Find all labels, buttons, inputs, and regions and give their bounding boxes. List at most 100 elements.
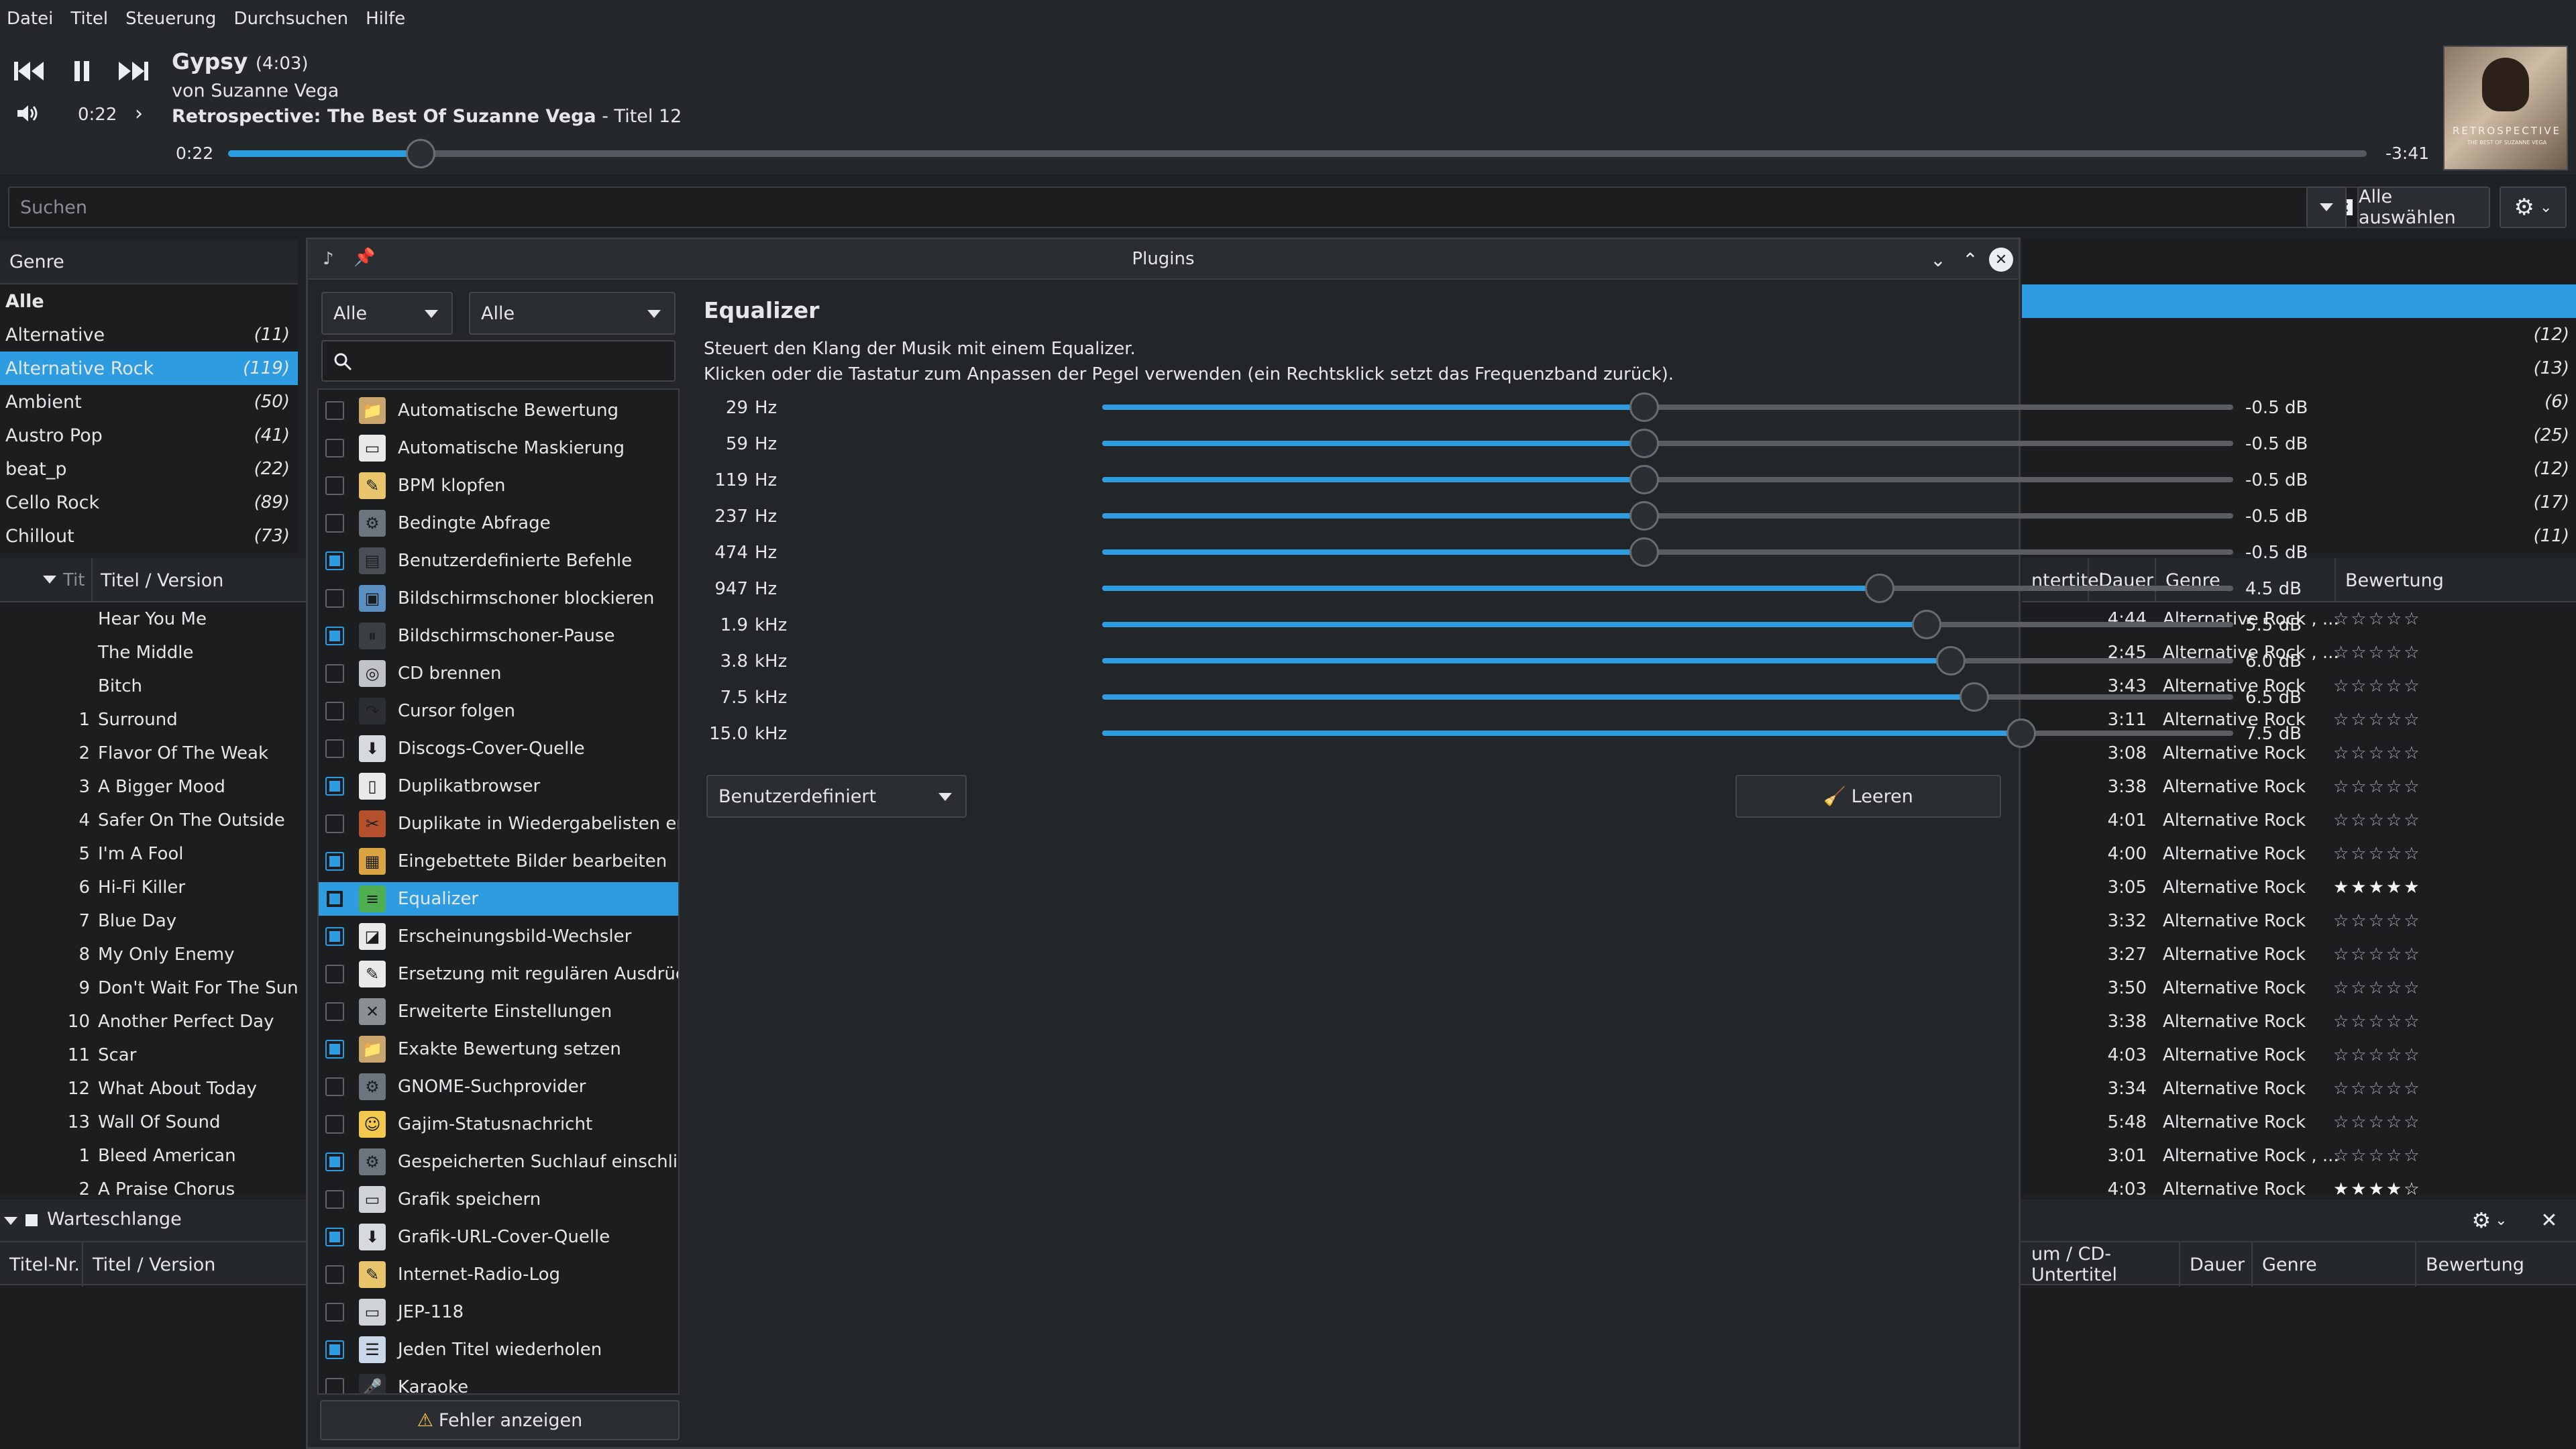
table-row[interactable]: 3:01 Alternative Rock , ... ☆☆☆☆☆ bbox=[2022, 1139, 2576, 1173]
table-row[interactable]: 9 Don't Wait For The Sun bbox=[0, 971, 309, 1005]
queue-column-rating[interactable]: Bewertung bbox=[2416, 1242, 2576, 1287]
next-button[interactable] bbox=[113, 51, 153, 91]
genre-item[interactable]: Alternative Rock (119) bbox=[0, 352, 298, 385]
genre-item[interactable]: Ambient (50) bbox=[0, 385, 298, 419]
band-slider[interactable] bbox=[1102, 574, 2233, 603]
table-row[interactable]: 11 Scar bbox=[0, 1038, 309, 1072]
select-all-button[interactable]: Alle auswählen bbox=[2357, 186, 2490, 228]
show-errors-button[interactable]: ⚠ Fehler anzeigen bbox=[320, 1400, 680, 1440]
plugin-checkbox[interactable] bbox=[325, 1190, 344, 1209]
track-rating[interactable]: ☆☆☆☆☆ bbox=[2333, 1079, 2422, 1099]
genre-item[interactable]: Alternative (11) bbox=[0, 318, 298, 352]
table-row[interactable]: 3:05 Alternative Rock ★★★★★ bbox=[2022, 871, 2576, 904]
table-row[interactable]: 8 My Only Enemy bbox=[0, 938, 309, 971]
plugin-item[interactable]: ⚙ GNOME-Suchprovider bbox=[319, 1070, 678, 1104]
band-slider[interactable] bbox=[1102, 501, 2233, 531]
table-row[interactable]: 12 What About Today bbox=[0, 1072, 309, 1106]
menu-hilfe[interactable]: Hilfe bbox=[366, 9, 405, 29]
track-rating[interactable]: ☆☆☆☆☆ bbox=[2333, 844, 2422, 864]
track-rating[interactable]: ☆☆☆☆☆ bbox=[2333, 609, 2422, 629]
queue-settings-button[interactable]: ⚙ ⌄ bbox=[2466, 1206, 2513, 1234]
plugin-checkbox[interactable] bbox=[325, 1228, 344, 1246]
preset-combo[interactable]: Benutzerdefiniert bbox=[706, 775, 967, 818]
table-row[interactable]: 3:27 Alternative Rock ☆☆☆☆☆ bbox=[2022, 938, 2576, 971]
plugin-item[interactable]: ✎ Internet-Radio-Log bbox=[319, 1258, 678, 1291]
column-rating[interactable]: Bewertung bbox=[2336, 558, 2576, 602]
track-rating[interactable]: ☆☆☆☆☆ bbox=[2333, 1146, 2422, 1166]
plugin-item[interactable]: ☺ Gajim-Statusnachricht bbox=[319, 1108, 678, 1141]
previous-button[interactable] bbox=[9, 51, 50, 91]
track-rating[interactable]: ★★★★☆ bbox=[2333, 1179, 2422, 1195]
band-handle[interactable] bbox=[1629, 501, 1659, 531]
band-handle[interactable] bbox=[1629, 429, 1659, 458]
menu-datei[interactable]: Datei bbox=[7, 9, 53, 29]
table-row[interactable]: 1 Bleed American bbox=[0, 1139, 309, 1173]
search-input[interactable]: Suchen bbox=[8, 186, 2363, 228]
table-row[interactable]: Hear You Me bbox=[0, 602, 309, 636]
plugin-item[interactable]: ▭ Grafik speichern bbox=[319, 1183, 678, 1216]
queue-column-nr[interactable]: Titel-Nr. bbox=[0, 1242, 83, 1287]
band-handle[interactable] bbox=[2006, 718, 2036, 748]
band-handle[interactable] bbox=[1629, 465, 1659, 494]
genre-header[interactable]: Genre bbox=[0, 240, 298, 284]
plugin-item[interactable]: ☰ Jeden Titel wiederholen bbox=[319, 1333, 678, 1366]
plugin-checkbox[interactable] bbox=[325, 1115, 344, 1134]
queue-column-cd[interactable]: um / CD-Untertitel bbox=[2022, 1242, 2180, 1287]
plugin-item[interactable]: ▭ JEP-118 bbox=[319, 1295, 678, 1329]
table-row[interactable]: The Middle bbox=[0, 636, 309, 669]
table-row[interactable]: 4:03 Alternative Rock ★★★★☆ bbox=[2022, 1173, 2576, 1195]
table-row[interactable]: 4 Safer On The Outside bbox=[0, 804, 309, 837]
track-rating[interactable]: ★★★★★ bbox=[2333, 877, 2422, 898]
band-slider[interactable] bbox=[1102, 392, 2233, 422]
table-row[interactable]: Bitch bbox=[0, 669, 309, 703]
table-row[interactable]: 13 Wall Of Sound bbox=[0, 1106, 309, 1139]
volume-button[interactable] bbox=[13, 99, 42, 127]
plugin-item[interactable]: ⚙ Gespeicherten Suchlauf einschließ... bbox=[319, 1145, 678, 1179]
plugin-checkbox[interactable] bbox=[325, 1152, 344, 1171]
track-rating[interactable]: ☆☆☆☆☆ bbox=[2333, 911, 2422, 931]
table-row[interactable]: 2 Flavor Of The Weak bbox=[0, 737, 309, 770]
table-row[interactable]: 5:48 Alternative Rock ☆☆☆☆☆ bbox=[2022, 1106, 2576, 1139]
band-handle[interactable] bbox=[1912, 610, 1942, 639]
track-rating[interactable]: ☆☆☆☆☆ bbox=[2333, 1045, 2422, 1065]
plugin-checkbox[interactable] bbox=[325, 1340, 344, 1359]
band-slider[interactable] bbox=[1102, 682, 2233, 712]
band-handle[interactable] bbox=[1959, 682, 1989, 712]
plugin-item[interactable]: ◪ Erscheinungsbild-Wechsler bbox=[319, 920, 678, 953]
album-cover[interactable]: RETROSPECTIVE THE BEST OF SUZANNE VEGA bbox=[2443, 46, 2568, 170]
track-rating[interactable]: ☆☆☆☆☆ bbox=[2333, 978, 2422, 998]
pause-button[interactable] bbox=[62, 51, 102, 91]
band-slider[interactable] bbox=[1102, 537, 2233, 567]
genre-item[interactable]: beat_p (22) bbox=[0, 452, 298, 486]
table-row[interactable]: 3:38 Alternative Rock ☆☆☆☆☆ bbox=[2022, 770, 2576, 804]
chevron-right-icon[interactable]: › bbox=[129, 102, 149, 125]
band-handle[interactable] bbox=[1865, 574, 1895, 603]
collapse-icon[interactable] bbox=[4, 1217, 17, 1225]
column-dauer[interactable]: Dauer bbox=[2089, 558, 2156, 602]
track-rating[interactable]: ☆☆☆☆☆ bbox=[2333, 676, 2422, 696]
column-title[interactable]: Titel / Version bbox=[101, 570, 223, 591]
track-rating[interactable]: ☆☆☆☆☆ bbox=[2333, 710, 2422, 730]
track-rating[interactable]: ☆☆☆☆☆ bbox=[2333, 945, 2422, 965]
band-slider[interactable] bbox=[1102, 610, 2233, 639]
genre-item[interactable]: Alle bbox=[0, 284, 298, 318]
table-row[interactable]: 2 A Praise Chorus bbox=[0, 1173, 309, 1195]
table-row[interactable]: 3 A Bigger Mood bbox=[0, 770, 309, 804]
plugin-item[interactable]: ✎ Ersetzung mit regulären Ausdrüc... bbox=[319, 957, 678, 991]
menu-durchsuchen[interactable]: Durchsuchen bbox=[233, 9, 348, 29]
queue-column-genre[interactable]: Genre bbox=[2253, 1242, 2416, 1287]
band-handle[interactable] bbox=[1629, 537, 1659, 567]
plugin-checkbox[interactable] bbox=[325, 965, 344, 983]
plugin-checkbox[interactable] bbox=[325, 1040, 344, 1059]
queue-column-title[interactable]: Titel / Version bbox=[83, 1242, 311, 1287]
table-row[interactable]: 5 I'm A Fool bbox=[0, 837, 309, 871]
track-rating[interactable]: ☆☆☆☆☆ bbox=[2333, 1012, 2422, 1032]
table-row[interactable]: 4:00 Alternative Rock ☆☆☆☆☆ bbox=[2022, 837, 2576, 871]
seek-handle[interactable] bbox=[405, 139, 435, 168]
plugin-checkbox[interactable] bbox=[325, 1378, 344, 1393]
genre-item[interactable]: Chillout (73) bbox=[0, 519, 298, 553]
table-row[interactable]: 3:32 Alternative Rock ☆☆☆☆☆ bbox=[2022, 904, 2576, 938]
table-row[interactable]: 3:34 Alternative Rock ☆☆☆☆☆ bbox=[2022, 1072, 2576, 1106]
menu-steuerung[interactable]: Steuerung bbox=[125, 9, 216, 29]
track-rating[interactable]: ☆☆☆☆☆ bbox=[2333, 777, 2422, 797]
